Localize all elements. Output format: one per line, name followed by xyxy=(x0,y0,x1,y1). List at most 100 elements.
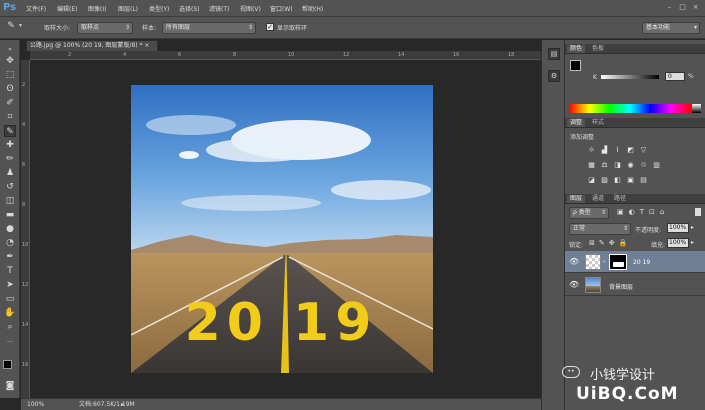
status-menu-icon[interactable]: ▸ xyxy=(121,399,124,410)
sample-size-dropdown[interactable]: 取样点 ⇕ xyxy=(77,22,133,34)
show-ring-checkbox[interactable]: ✓ xyxy=(266,23,274,31)
k-slider[interactable] xyxy=(601,75,659,79)
menu-view[interactable]: 视图(V) xyxy=(240,4,261,13)
tool-preset-arrow-icon[interactable]: ▾ xyxy=(19,22,22,29)
tab-layers[interactable]: 图层 xyxy=(567,195,586,203)
fill-input[interactable]: 100% xyxy=(667,238,689,248)
crop-tool-icon[interactable]: ⌗ xyxy=(4,111,16,123)
canvas-image[interactable]: 20 19 xyxy=(131,85,433,373)
k-value-input[interactable]: 0 xyxy=(665,72,685,81)
filter-toggle-icon[interactable] xyxy=(695,208,701,216)
layer-filter-icons[interactable]: ▣◐T⊡⌂ xyxy=(617,208,669,216)
tab-adjustments[interactable]: 调整 xyxy=(567,119,586,127)
opacity-arrow-icon[interactable]: ▸ xyxy=(691,224,694,231)
dodge-tool-icon[interactable]: ◔ xyxy=(4,237,16,249)
link-icon[interactable]: ∞ xyxy=(602,259,606,265)
path-select-tool-icon[interactable]: ➤ xyxy=(4,279,16,291)
eyedropper-tool-icon[interactable]: ✎ xyxy=(4,125,16,137)
blend-mode-dropdown[interactable]: 正常 ⇕ xyxy=(569,223,631,235)
sample-dropdown[interactable]: 所有图层 ⇕ xyxy=(162,22,256,34)
eye-icon[interactable]: 👁 xyxy=(569,257,579,266)
menu-filter[interactable]: 滤镜(T) xyxy=(209,4,229,13)
properties-panel-icon[interactable]: ⚙ xyxy=(548,70,560,82)
invert-adjust-icon[interactable]: ◪ xyxy=(587,176,596,184)
threshold-adjust-icon[interactable]: ◧ xyxy=(613,176,622,184)
ruler-tick-label: 16 xyxy=(22,362,29,368)
type-tool-icon[interactable]: T xyxy=(4,265,16,277)
black-white-adjust-icon[interactable]: ◨ xyxy=(613,161,622,169)
layer-row-2019[interactable]: 👁 ∞ 20 19 xyxy=(565,251,705,273)
brightness-adjust-icon[interactable]: ☼ xyxy=(587,146,596,154)
history-brush-tool-icon[interactable]: ↺ xyxy=(4,181,16,193)
tab-paths[interactable]: 路径 xyxy=(611,195,629,203)
eraser-tool-icon[interactable]: ◫ xyxy=(4,195,16,207)
show-ring-label: 显示取样环 xyxy=(277,25,308,32)
menu-image[interactable]: 图像(I) xyxy=(88,4,106,13)
layer-name[interactable]: 背景图层 xyxy=(609,282,633,291)
gradient-map-adjust-icon[interactable]: ▤ xyxy=(639,176,648,184)
menu-select[interactable]: 选择(S) xyxy=(179,4,200,13)
stamp-tool-icon[interactable]: ♟ xyxy=(4,167,16,179)
tab-color[interactable]: 颜色 xyxy=(567,45,586,53)
curves-adjust-icon[interactable]: ⌇ xyxy=(613,146,622,154)
cloud xyxy=(181,195,321,211)
fill-arrow-icon[interactable]: ▸ xyxy=(691,239,694,246)
workspace-dropdown[interactable]: 基本功能 ▾ xyxy=(642,22,700,34)
exposure-adjust-icon[interactable]: ◩ xyxy=(626,146,635,154)
selective-color-adjust-icon[interactable]: ▣ xyxy=(626,176,635,184)
eyedropper-icon[interactable]: ✎ xyxy=(4,21,18,34)
opacity-input[interactable]: 100% xyxy=(667,223,689,233)
tab-swatches[interactable]: 色板 xyxy=(589,45,607,53)
menu-file[interactable]: 文件(F) xyxy=(26,4,46,13)
hue-adjust-icon[interactable]: ▦ xyxy=(587,161,596,169)
layer-filter-dropdown[interactable]: ρ 类型 ⇕ xyxy=(569,207,609,219)
menu-window[interactable]: 窗口(W) xyxy=(270,4,293,13)
quick-select-tool-icon[interactable]: ✐ xyxy=(4,97,16,109)
color-balance-adjust-icon[interactable]: ⚖ xyxy=(600,161,609,169)
brush-tool-icon[interactable]: ✏ xyxy=(4,153,16,165)
menu-edit[interactable]: 编辑(E) xyxy=(57,4,77,13)
menu-type[interactable]: 类型(Y) xyxy=(149,4,169,13)
document-tab[interactable]: 公路.jpg @ 100% (20 19, 图层蒙版/8) * × xyxy=(26,40,158,51)
foreground-color-swatch[interactable] xyxy=(570,60,581,71)
layer-row-background[interactable]: 👁 背景图层 xyxy=(565,274,705,296)
photo-filter-adjust-icon[interactable]: ◉ xyxy=(626,161,635,169)
channel-mixer-adjust-icon[interactable]: ♲ xyxy=(639,161,648,169)
cloud xyxy=(146,115,236,135)
vibrance-adjust-icon[interactable]: ▽ xyxy=(639,146,648,154)
lasso-tool-icon[interactable]: ʘ xyxy=(4,83,16,95)
ruler-horizontal: 2 4 6 8 10 12 14 16 18 xyxy=(30,51,541,60)
lock-icons[interactable]: ⊠✎✥🔒 xyxy=(589,239,631,247)
minimize-button[interactable]: – xyxy=(665,3,674,12)
more-tools-icon[interactable]: … xyxy=(4,335,16,347)
levels-adjust-icon[interactable]: ▟ xyxy=(600,146,609,154)
close-button[interactable]: × xyxy=(691,3,700,12)
shape-tool-icon[interactable]: ▭ xyxy=(4,293,16,305)
zoom-level[interactable]: 100% xyxy=(27,399,44,410)
history-panel-icon[interactable]: ▤ xyxy=(548,48,560,60)
hand-tool-icon[interactable]: ✋ xyxy=(4,307,16,319)
blend-mode-value: 正常 xyxy=(573,225,586,232)
layer-mask-thumbnail[interactable] xyxy=(609,254,627,270)
blur-tool-icon[interactable]: ● xyxy=(4,223,16,235)
tab-channels[interactable]: 通道 xyxy=(589,195,607,203)
gradient-tool-icon[interactable]: ▬ xyxy=(4,209,16,221)
marquee-tool-icon[interactable]: ⬚ xyxy=(4,69,16,81)
maximize-button[interactable]: □ xyxy=(678,3,687,12)
layer-name[interactable]: 20 19 xyxy=(633,259,650,266)
menu-help[interactable]: 帮助(H) xyxy=(302,4,323,13)
tab-styles[interactable]: 样式 xyxy=(589,119,607,127)
zoom-tool-icon[interactable]: ⌕ xyxy=(4,321,16,333)
menu-layer[interactable]: 图层(L) xyxy=(118,4,138,13)
move-tool-icon[interactable]: ✥ xyxy=(4,55,16,67)
quick-mask-icon[interactable]: ◙ xyxy=(4,380,16,392)
pen-tool-icon[interactable]: ✒ xyxy=(4,251,16,263)
grayscale-bar[interactable] xyxy=(692,104,701,113)
posterize-adjust-icon[interactable]: ▨ xyxy=(600,176,609,184)
color-lookup-adjust-icon[interactable]: ▥ xyxy=(652,161,661,169)
foreground-color-swatch[interactable] xyxy=(3,360,12,369)
workspace-value: 基本功能 xyxy=(646,24,671,31)
healing-tool-icon[interactable]: ✚ xyxy=(4,139,16,151)
eye-icon[interactable]: 👁 xyxy=(569,280,579,289)
color-spectrum-bar[interactable] xyxy=(569,104,691,113)
